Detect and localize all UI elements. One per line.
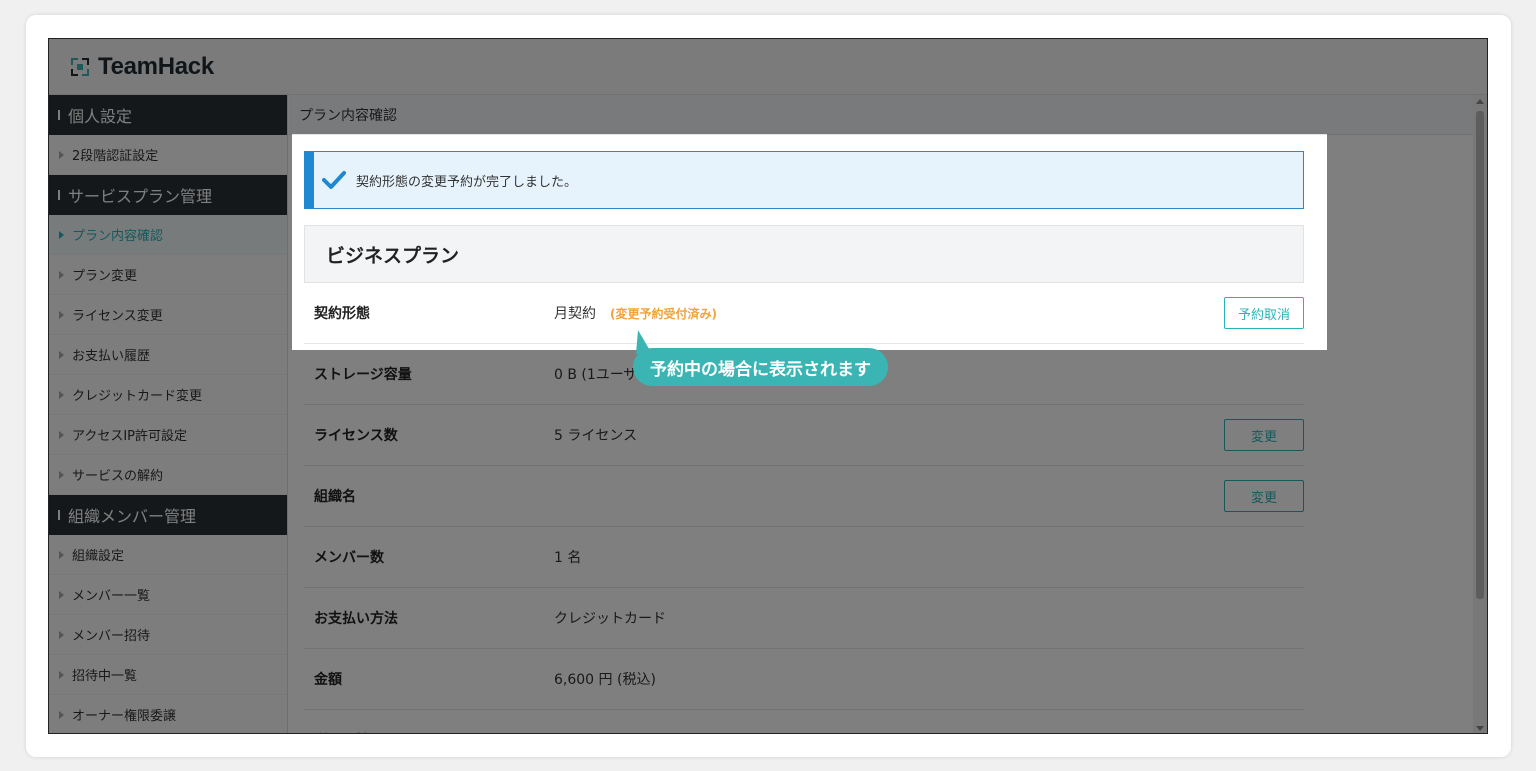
- row-contract-type: 契約形態 月契約 (変更予約受付済み) 予約取消: [304, 283, 1304, 344]
- callout-tooltip: 予約中の場合に表示されます: [633, 348, 888, 386]
- cancel-reservation-button[interactable]: 予約取消: [1224, 297, 1304, 329]
- check-icon: [322, 171, 346, 189]
- dim-overlay-top: [49, 39, 1487, 134]
- app-window: TeamHack 個人設定 2段階認証設定 サービスプラン管理 プラン内容確認 …: [48, 38, 1488, 734]
- reservation-status-note: (変更予約受付済み): [610, 306, 717, 321]
- dim-overlay-right: [1327, 134, 1487, 350]
- contract-type-value: 月契約: [554, 306, 596, 322]
- success-notice: 契約形態の変更予約が完了しました。: [304, 151, 1304, 209]
- plan-name-heading: ビジネスプラン: [304, 225, 1304, 283]
- notice-text: 契約形態の変更予約が完了しました。: [356, 174, 578, 190]
- dim-overlay-left: [49, 134, 292, 350]
- row-label: 契約形態: [314, 306, 370, 322]
- dim-overlay-bottom: [49, 350, 1487, 733]
